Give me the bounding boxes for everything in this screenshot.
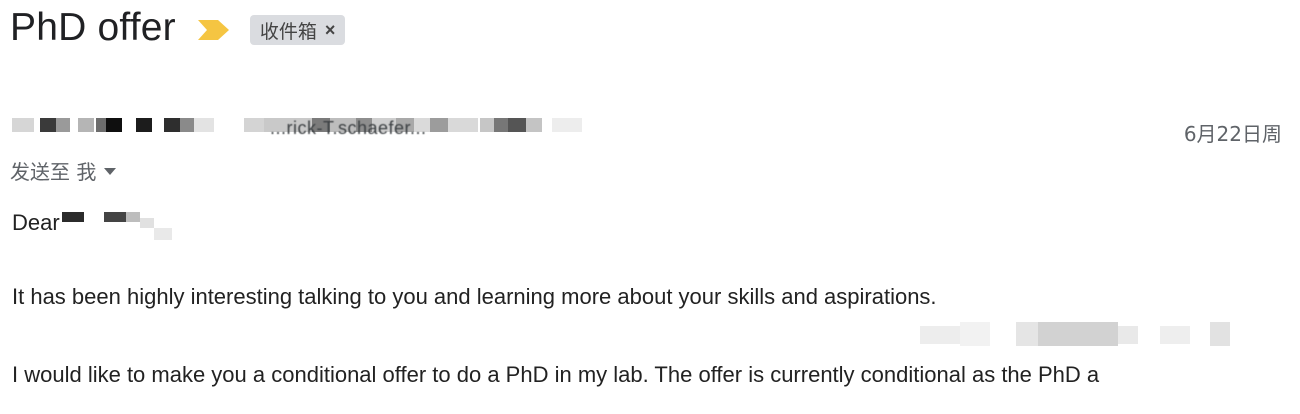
email-paragraph-2: I would like to make you a conditional o… (12, 362, 1100, 387)
email-subject: PhD offer (10, 6, 176, 49)
subject-header: PhD offer 收件箱 × (10, 0, 346, 56)
email-date: 6月22日周 (1183, 122, 1282, 146)
inbox-label-chip[interactable]: 收件箱 × (249, 15, 346, 45)
sender-info[interactable]: ...rick-T.schaefer... (12, 112, 1282, 146)
redacted-name (62, 212, 182, 240)
redacted-overlay (920, 320, 1240, 350)
email-greeting: Dear (12, 210, 172, 240)
recipient-details-toggle[interactable]: 发送至 我 (10, 156, 117, 185)
chevron-down-icon[interactable] (104, 168, 117, 175)
email-view: PhD offer 收件箱 × ...rick-T.schaefer... 6月… (0, 0, 1300, 414)
remove-label-button[interactable]: × (325, 20, 336, 41)
email-paragraph-1: It has been highly interesting talking t… (12, 284, 937, 309)
greeting-text: Dear (12, 210, 60, 235)
recipient-text: 发送至 我 (10, 160, 97, 184)
importance-marker-icon[interactable] (197, 19, 230, 41)
sender-email: ...rick-T.schaefer... (270, 118, 427, 138)
inbox-label-text: 收件箱 (259, 20, 317, 43)
